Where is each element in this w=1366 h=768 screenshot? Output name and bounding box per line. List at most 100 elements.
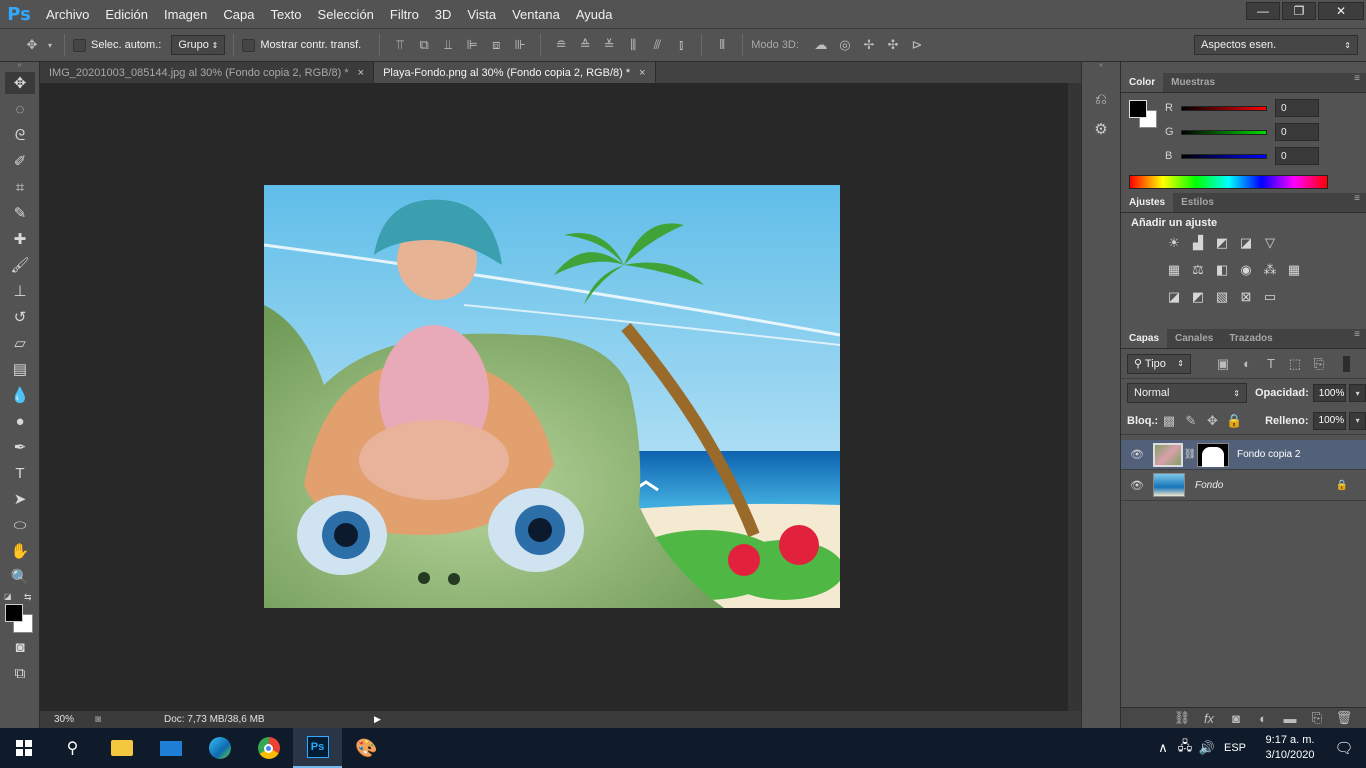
paint-icon[interactable]: 🎨: [342, 728, 391, 768]
file-explorer-icon[interactable]: [97, 728, 146, 768]
selective-color-icon[interactable]: ⊠: [1237, 289, 1255, 308]
levels-icon[interactable]: ▟: [1189, 235, 1207, 254]
tab-styles[interactable]: Estilos: [1173, 193, 1222, 212]
dodge-tool-icon[interactable]: ●: [0, 408, 40, 434]
menu-3d[interactable]: 3D: [427, 0, 460, 28]
notifications-icon[interactable]: 🗨: [1322, 739, 1366, 757]
color-ramp[interactable]: [1129, 175, 1328, 189]
align-vcenter-icon[interactable]: ⧉: [412, 37, 436, 53]
eyedropper-tool-icon[interactable]: ✎: [0, 200, 40, 226]
new-layer-icon[interactable]: ⎘: [1305, 710, 1329, 726]
visibility-eye-icon[interactable]: 👁: [1121, 448, 1153, 461]
lock-transparent-icon[interactable]: ▩: [1158, 413, 1180, 429]
scale-3d-icon[interactable]: ⊳: [905, 37, 929, 53]
menu-seleccion[interactable]: Selección: [310, 0, 382, 28]
trash-icon[interactable]: 🗑: [1332, 710, 1356, 726]
mail-icon[interactable]: [146, 728, 195, 768]
move-tool-icon[interactable]: ✥: [20, 37, 44, 53]
align-hcenter-icon[interactable]: ⧈: [484, 37, 508, 53]
close-tab-icon[interactable]: ×: [639, 67, 645, 79]
show-transform-checkbox[interactable]: [242, 38, 256, 52]
filter-shape-icon[interactable]: ⬚: [1283, 356, 1307, 372]
marquee-tool-icon[interactable]: ◌: [0, 96, 40, 122]
auto-align-icon[interactable]: ⫴: [710, 37, 734, 53]
filter-pixel-icon[interactable]: ▣: [1211, 356, 1235, 372]
opacity-value[interactable]: 100%: [1312, 384, 1347, 402]
visibility-eye-icon[interactable]: 👁: [1121, 479, 1153, 492]
r-value[interactable]: 0: [1275, 99, 1319, 117]
distribute-bottom-icon[interactable]: ≚: [597, 37, 621, 53]
new-group-icon[interactable]: ▬: [1278, 711, 1302, 726]
quick-mask-icon[interactable]: ◙: [0, 634, 40, 660]
chrome-icon[interactable]: [244, 728, 293, 768]
screen-mode-icon[interactable]: ⧉: [0, 660, 40, 686]
zoom-tool-icon[interactable]: 🔍: [0, 564, 40, 590]
tab-playa-fondo[interactable]: Playa-Fondo.png al 30% (Fondo copia 2, R…: [374, 62, 656, 83]
document-canvas[interactable]: [264, 185, 840, 608]
menu-ventana[interactable]: Ventana: [504, 0, 568, 28]
photoshop-taskbar-icon[interactable]: Ps: [293, 728, 342, 768]
ellipse-tool-icon[interactable]: ⬭: [0, 512, 40, 538]
fx-icon[interactable]: fx: [1197, 711, 1221, 726]
swap-colors-icon[interactable]: ⇆: [24, 592, 32, 603]
color-lookup-icon[interactable]: ▦: [1285, 262, 1303, 281]
menu-imagen[interactable]: Imagen: [156, 0, 215, 28]
zoom-level[interactable]: 30%: [40, 714, 88, 725]
filter-adjustment-icon[interactable]: ◐: [1235, 356, 1259, 371]
tab-channels[interactable]: Canales: [1167, 329, 1221, 348]
new-adjustment-icon[interactable]: ◐: [1251, 711, 1275, 726]
history-brush-icon[interactable]: ↺: [0, 304, 40, 330]
align-left-icon[interactable]: ⊫: [460, 37, 484, 53]
filter-toggle[interactable]: [1343, 355, 1350, 372]
brush-tool-icon[interactable]: 🖌: [0, 252, 40, 278]
vertical-scrollbar[interactable]: [1068, 83, 1081, 711]
opacity-chevron-icon[interactable]: ▾: [1349, 384, 1366, 402]
layer-name[interactable]: Fondo: [1195, 480, 1223, 491]
filter-smart-icon[interactable]: ⎘: [1307, 356, 1331, 372]
menu-ayuda[interactable]: Ayuda: [568, 0, 621, 28]
foreground-color-swatch[interactable]: [5, 604, 23, 622]
network-icon[interactable]: 🖧: [1174, 737, 1196, 759]
eraser-tool-icon[interactable]: ▱: [0, 330, 40, 356]
brightness-icon[interactable]: ☀: [1165, 235, 1183, 254]
distribute-top-icon[interactable]: ≘: [549, 37, 573, 53]
roll-3d-icon[interactable]: ◎: [833, 37, 857, 53]
chain-link-icon[interactable]: ⛓: [1183, 449, 1197, 460]
tray-chevron-icon[interactable]: ∧: [1152, 740, 1174, 756]
clock[interactable]: 9:17 a. m. 3/10/2020: [1258, 733, 1322, 763]
panel-menu-icon[interactable]: ≡: [1354, 73, 1360, 92]
crop-tool-icon[interactable]: ⌗: [0, 174, 40, 200]
blend-mode-dropdown[interactable]: Normal ⇕: [1127, 383, 1247, 403]
link-layers-icon[interactable]: ⛓: [1170, 710, 1194, 726]
blur-tool-icon[interactable]: 💧: [0, 382, 40, 408]
distribute-hcenter-icon[interactable]: ⫻: [645, 37, 669, 53]
hand-tool-icon[interactable]: ✋: [0, 538, 40, 564]
tab-swatches[interactable]: Muestras: [1163, 73, 1223, 92]
gradient-map-icon[interactable]: ▭: [1261, 289, 1279, 308]
photo-filter-icon[interactable]: ◉: [1237, 262, 1255, 281]
expand-icon[interactable]: «: [1082, 62, 1120, 74]
layer-row-fondo[interactable]: 👁 Fondo 🔒: [1121, 470, 1366, 501]
g-slider[interactable]: [1181, 129, 1267, 135]
align-bottom-icon[interactable]: ⫫: [436, 37, 460, 53]
drag-3d-icon[interactable]: ✢: [857, 37, 881, 53]
fill-chevron-icon[interactable]: ▾: [1349, 411, 1366, 430]
default-colors-icon[interactable]: ◪: [4, 592, 12, 601]
tab-paths[interactable]: Trazados: [1221, 329, 1280, 348]
channel-mixer-icon[interactable]: ⁂: [1261, 262, 1279, 281]
fill-value[interactable]: 100%: [1312, 411, 1347, 430]
menu-capa[interactable]: Capa: [215, 0, 262, 28]
windows-start-icon[interactable]: [0, 728, 48, 768]
distribute-left-icon[interactable]: ⫼: [621, 37, 645, 53]
layer-row-fondo-copia-2[interactable]: 👁 ⛓ Fondo copia 2: [1121, 440, 1366, 470]
pen-tool-icon[interactable]: ✒: [0, 434, 40, 460]
curves-icon[interactable]: ◩: [1213, 235, 1231, 254]
tool-preset-chevron-icon[interactable]: ▾: [44, 41, 56, 50]
menu-archivo[interactable]: Archivo: [38, 0, 97, 28]
healing-brush-icon[interactable]: ✚: [0, 226, 40, 252]
layer-mask-thumbnail[interactable]: [1197, 442, 1229, 467]
quick-select-tool-icon[interactable]: ✐: [0, 148, 40, 174]
auto-select-dropdown[interactable]: Grupo ⇕: [171, 35, 226, 55]
align-right-icon[interactable]: ⊪: [508, 37, 532, 53]
volume-icon[interactable]: 🔊: [1196, 740, 1218, 756]
